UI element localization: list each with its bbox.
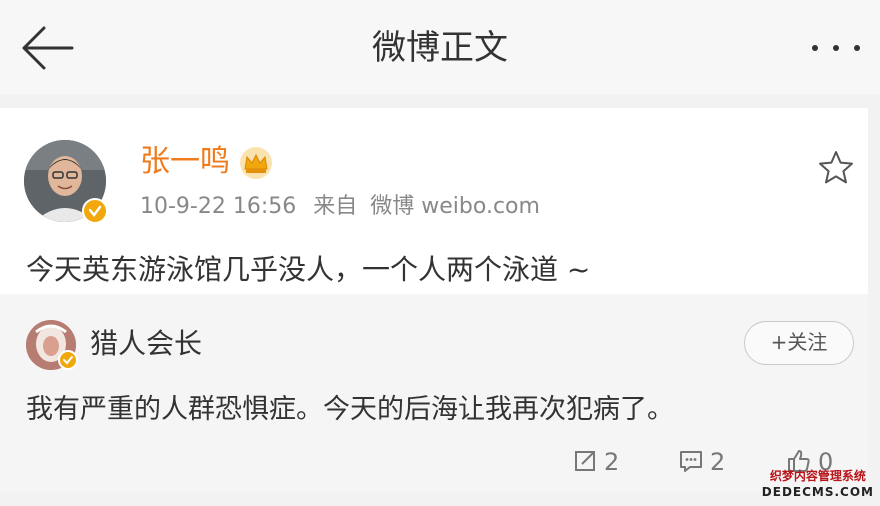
star-outline-icon (819, 151, 853, 184)
crown-icon (240, 147, 272, 179)
follow-button[interactable]: +关注 (744, 321, 854, 365)
author-name[interactable]: 张一鸣 (140, 142, 230, 182)
arrow-left-icon (22, 26, 74, 70)
repost-text: 我有严重的人群恐惧症。今天的后海让我再次犯病了。 (26, 394, 674, 425)
watermark-line2: DEDECMS.COM (761, 485, 874, 499)
page-title: 微博正文 (372, 28, 508, 68)
repost-author-name[interactable]: 猎人会长 (90, 324, 202, 364)
verified-badge-icon (82, 198, 108, 224)
top-navigation-bar: 微博正文 (0, 0, 880, 94)
watermark: 织梦内容管理系统 DEDECMS.COM (762, 468, 874, 500)
repost-icon (575, 451, 595, 471)
watermark-line1: 织梦内容管理系统 (769, 469, 866, 483)
post-timestamp: 10-9-22 16:56 (140, 194, 297, 219)
more-options-button[interactable] (812, 30, 862, 66)
more-dots-icon (812, 45, 818, 51)
repost-card: 猎人会长 +关注 我有严重的人群恐惧症。今天的后海让我再次犯病了。 2 2 0 (0, 294, 868, 492)
post-meta: 10-9-22 16:56 来自 微博 weibo.com (140, 192, 540, 222)
comment-icon (680, 451, 702, 472)
verified-badge-icon (58, 350, 78, 370)
post-source-prefix: 来自 (313, 194, 358, 219)
favorite-button[interactable] (816, 148, 856, 188)
comment-count: 2 (710, 448, 726, 476)
post-text: 今天英东游泳馆几乎没人，一个人两个泳道 ~ (26, 253, 591, 286)
post-source: 微博 weibo.com (370, 194, 540, 219)
repost-count: 2 (604, 448, 620, 476)
more-dot (854, 45, 860, 51)
back-button[interactable] (18, 22, 76, 74)
more-dot (833, 45, 839, 51)
weibo-post-card: 张一鸣 10-9-22 16:56 来自 微博 weibo.com 今天英东游泳… (0, 108, 868, 294)
